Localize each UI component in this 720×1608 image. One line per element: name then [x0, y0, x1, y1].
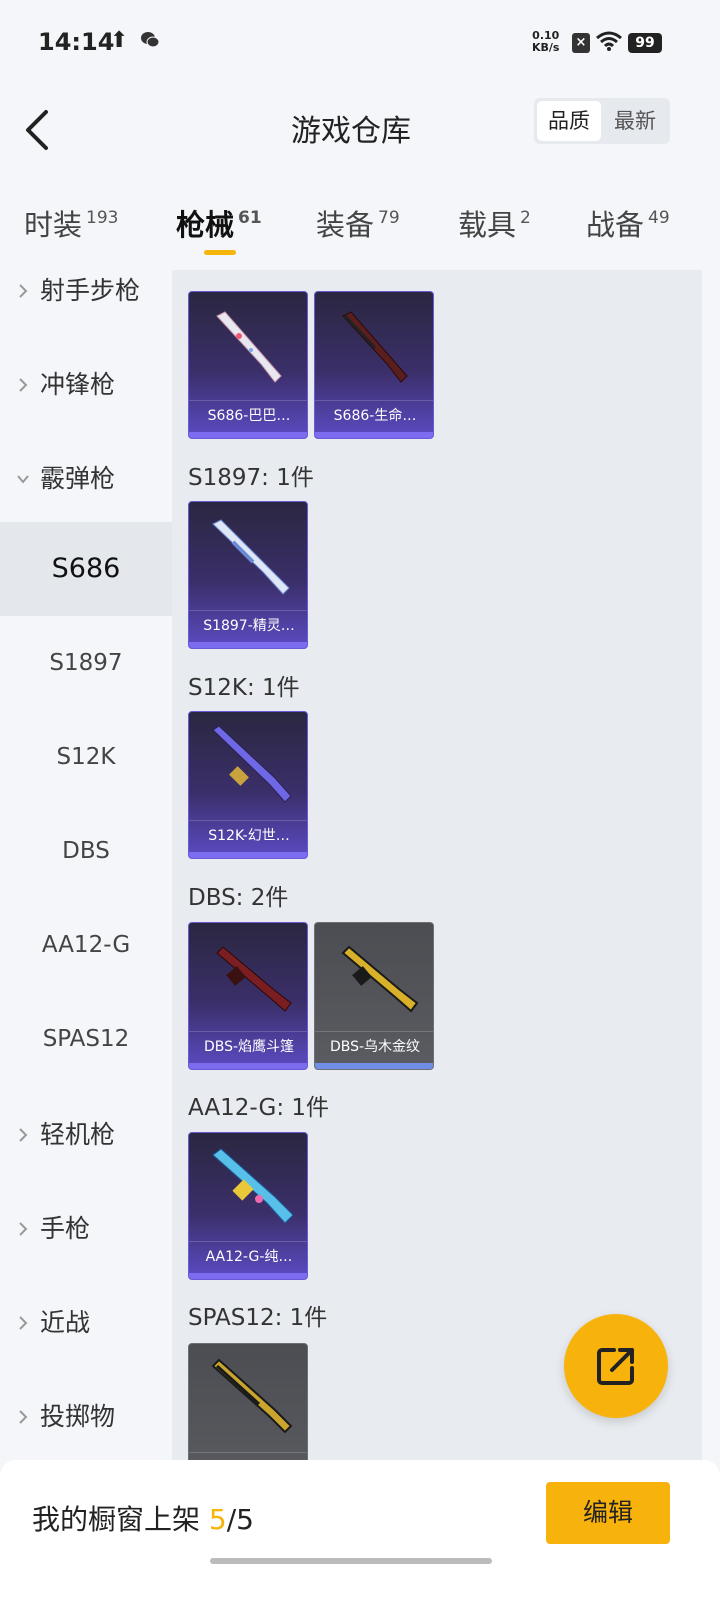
item-card[interactable]: S12K-幻世…	[188, 711, 308, 859]
shotgun-skin-image	[216, 946, 292, 1012]
upload-icon: ⬆	[110, 28, 129, 53]
sidebar-subitem-s686[interactable]: S686	[0, 522, 172, 616]
chevron-right-icon	[19, 284, 28, 298]
sort-toggle: 品质 最新	[534, 98, 670, 144]
tab-battle-supplies[interactable]: 战备 49	[586, 202, 670, 244]
share-export-icon	[597, 1348, 634, 1385]
sidebar-item-label: 投掷物	[40, 1402, 116, 1431]
shotgun-skin-image	[212, 519, 290, 595]
sidebar-item-lmg[interactable]: 轻机枪	[0, 1114, 172, 1208]
sidebar: 射手步枪 冲锋枪 霰弹枪 S686 S1897 S12K DBS AA12-G …	[0, 270, 172, 1460]
rarity-bar	[315, 432, 433, 438]
wifi-icon	[596, 31, 622, 51]
sidebar-item-label: 射手步枪	[40, 276, 141, 305]
sidebar-subitem-s1897[interactable]: S1897	[0, 616, 172, 710]
shotgun-skin-image	[216, 311, 282, 383]
sidebar-item-marksman-rifle[interactable]: 射手步枪	[0, 270, 172, 364]
sort-newest-button[interactable]: 最新	[603, 101, 667, 141]
shotgun-skin-image	[212, 725, 292, 803]
item-card[interactable]: AA12-G-纯…	[188, 1132, 308, 1280]
rarity-bar	[189, 852, 307, 858]
item-card[interactable]	[188, 1343, 308, 1460]
chevron-right-icon	[19, 1222, 28, 1236]
item-name	[189, 1452, 307, 1460]
home-indicator[interactable]	[210, 1558, 492, 1564]
shotgun-skin-image	[212, 1148, 294, 1224]
item-grid: S686-巴巴… S686-生命… S1897: 1件 S1897-精灵… S1…	[172, 270, 702, 1460]
item-card[interactable]: DBS-乌木金纹	[314, 922, 434, 1070]
rarity-bar	[189, 1063, 307, 1069]
tab-firearms[interactable]: 枪械 61	[176, 202, 262, 244]
status-time: 14:14	[38, 28, 115, 56]
group-title: SPAS12: 1件	[188, 1305, 328, 1331]
rarity-bar	[189, 432, 307, 438]
sidebar-item-label: 霰弹枪	[40, 464, 116, 493]
chevron-right-icon	[19, 1316, 28, 1330]
group-title: AA12-G: 1件	[188, 1095, 330, 1121]
battery-icon: 99	[628, 33, 662, 53]
sidebar-subitem-spas12[interactable]: SPAS12	[0, 992, 172, 1086]
showcase-status: 我的橱窗上架 5/5	[32, 1503, 254, 1536]
chevron-right-icon	[19, 1410, 28, 1424]
item-card[interactable]: S686-生命…	[314, 291, 434, 439]
group-title: DBS: 2件	[188, 885, 289, 911]
status-bar: 14:14 ⬆ 0.10 KB/s × 99	[0, 0, 720, 88]
shotgun-skin-image	[341, 945, 419, 1013]
close-notification-icon: ×	[572, 33, 590, 53]
rarity-bar	[315, 1063, 433, 1069]
sidebar-item-label: 冲锋枪	[40, 370, 116, 399]
item-name: S12K-幻世…	[189, 820, 307, 850]
tab-equipment[interactable]: 装备 79	[316, 202, 400, 244]
rarity-bar	[189, 1273, 307, 1279]
shotgun-skin-image	[342, 311, 408, 383]
active-tab-indicator	[204, 250, 236, 255]
sidebar-item-smg[interactable]: 冲锋枪	[0, 364, 172, 458]
sidebar-item-melee[interactable]: 近战	[0, 1302, 172, 1396]
sidebar-subitem-dbs[interactable]: DBS	[0, 804, 172, 898]
sidebar-item-label: 近战	[40, 1308, 91, 1337]
sidebar-item-label: 轻机枪	[40, 1120, 116, 1149]
group-title: S12K: 1件	[188, 675, 300, 701]
network-speed: 0.10 KB/s	[532, 29, 560, 54]
shotgun-skin-image	[211, 1358, 293, 1434]
chevron-right-icon	[19, 1128, 28, 1142]
tab-fashion[interactable]: 时装 193	[24, 202, 118, 244]
item-name: DBS-焰鹰斗篷	[189, 1031, 307, 1061]
sidebar-item-label: 手枪	[40, 1214, 91, 1243]
edit-button[interactable]: 编辑	[546, 1482, 670, 1544]
sidebar-item-pistol[interactable]: 手枪	[0, 1208, 172, 1302]
category-tabs: 时装 193 枪械 61 装备 79 载具 2 战备 49	[0, 188, 720, 268]
share-button[interactable]	[564, 1314, 668, 1418]
rarity-bar	[189, 642, 307, 648]
sidebar-item-throwables[interactable]: 投掷物	[0, 1396, 172, 1460]
tab-vehicles[interactable]: 载具 2	[458, 202, 531, 244]
item-name: DBS-乌木金纹	[315, 1031, 433, 1061]
showcase-bar: 我的橱窗上架 5/5 编辑	[0, 1460, 720, 1608]
sidebar-subitem-s12k[interactable]: S12K	[0, 710, 172, 804]
sort-quality-button[interactable]: 品质	[537, 101, 601, 141]
item-name: AA12-G-纯…	[189, 1241, 307, 1271]
item-name: S1897-精灵…	[189, 610, 307, 640]
item-name: S686-生命…	[315, 400, 433, 430]
item-card[interactable]: S1897-精灵…	[188, 501, 308, 649]
sidebar-subitem-aa12g[interactable]: AA12-G	[0, 898, 172, 992]
item-name: S686-巴巴…	[189, 400, 307, 430]
item-card[interactable]: DBS-焰鹰斗篷	[188, 922, 308, 1070]
header: 游戏仓库 品质 最新	[0, 88, 720, 172]
group-title: S1897: 1件	[188, 465, 314, 491]
chevron-right-icon	[19, 378, 28, 392]
item-card[interactable]: S686-巴巴…	[188, 291, 308, 439]
chevron-down-icon	[17, 475, 29, 484]
wechat-icon	[141, 32, 160, 48]
